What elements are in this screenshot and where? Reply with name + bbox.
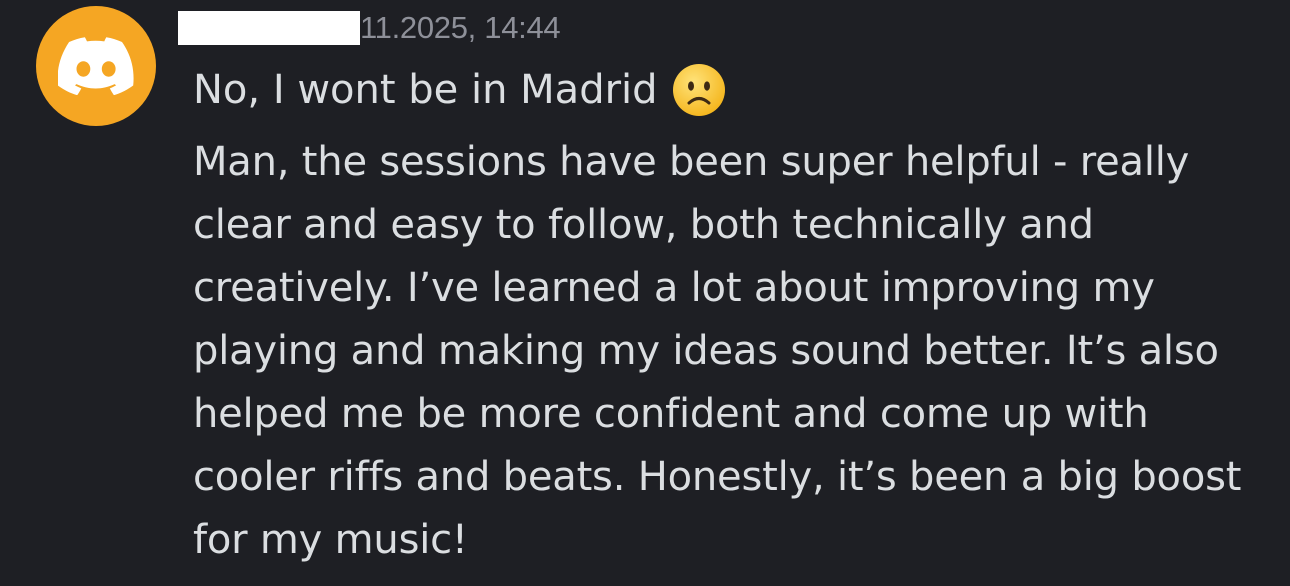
discord-logo-icon <box>58 37 134 95</box>
message-header: 11.2025, 14:44 <box>178 8 561 48</box>
body-line: Man, the sessions have been super helpfu… <box>193 139 1190 185</box>
chat-message: 11.2025, 14:44 No, I wont be in Madrid M… <box>0 0 1290 586</box>
body-line: helped me be more confident and come up … <box>193 391 1149 437</box>
body-line: clear and easy to follow, both technical… <box>193 202 1094 248</box>
message-first-line: No, I wont be in Madrid <box>193 62 726 118</box>
body-line: creatively. I’ve learned a lot about imp… <box>193 265 1155 311</box>
body-line: cooler riffs and beats. Honestly, it’s b… <box>193 454 1242 500</box>
avatar[interactable] <box>36 6 156 126</box>
slightly-frowning-face-icon <box>672 64 725 116</box>
body-line: playing and making my ideas sound better… <box>193 328 1219 374</box>
message-body: Man, the sessions have been super helpfu… <box>193 131 1278 572</box>
timestamp: 11.2025, 14:44 <box>360 10 561 45</box>
first-line-text: No, I wont be in Madrid <box>193 67 658 113</box>
body-line: for my music! <box>193 517 468 563</box>
redacted-username <box>178 11 360 45</box>
